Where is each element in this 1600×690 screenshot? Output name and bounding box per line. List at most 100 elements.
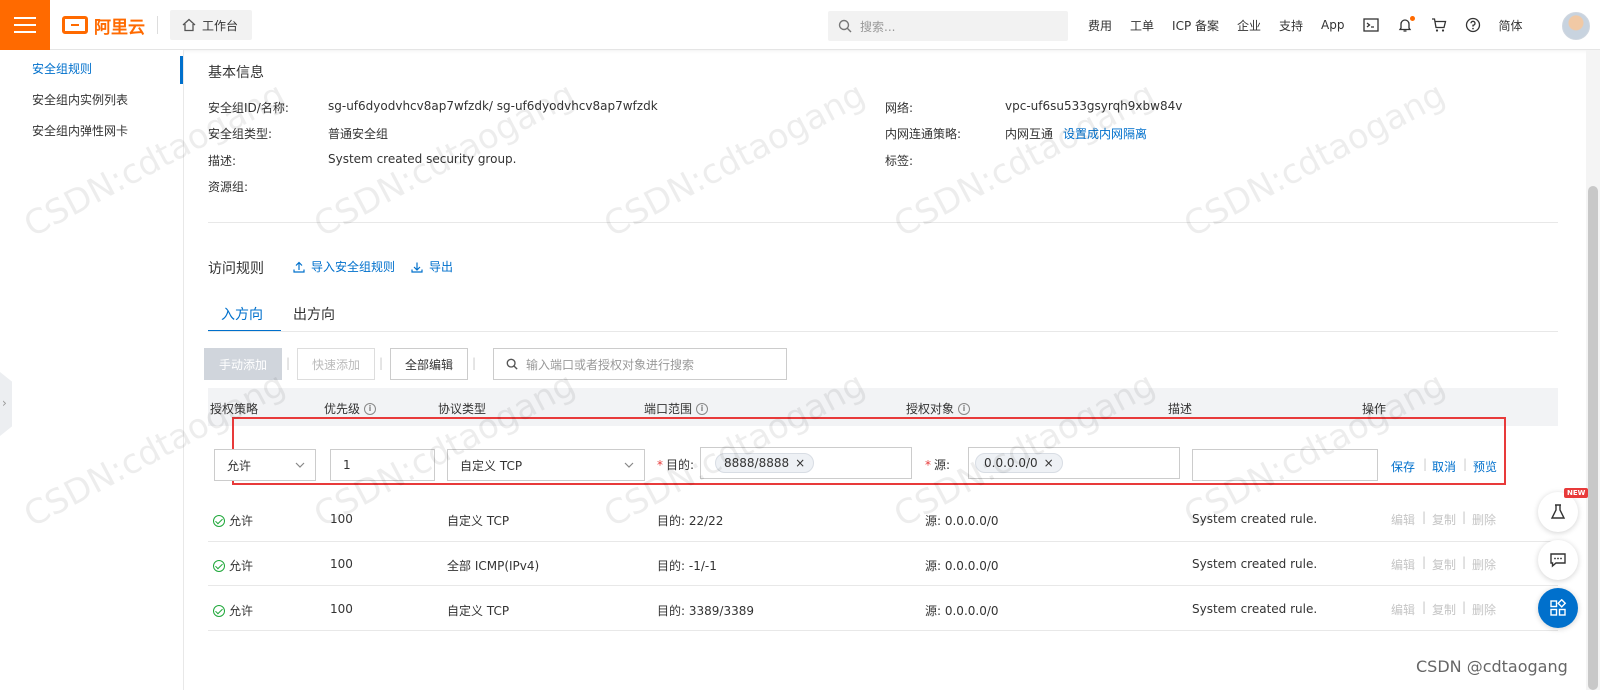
sidebar-item-sg-rules[interactable]: 安全组规则 — [32, 60, 92, 77]
import-rules-link[interactable]: 导入安全组规则 — [293, 258, 395, 275]
column-header-description: 描述 — [1168, 402, 1193, 416]
protocol-select[interactable]: 自定义 TCP — [447, 449, 645, 481]
divider: | — [1462, 600, 1467, 614]
manual-add-button[interactable]: 手动添加 — [204, 348, 282, 380]
divider — [208, 222, 1558, 223]
close-icon[interactable]: × — [1044, 456, 1054, 470]
tab-inbound[interactable]: 入方向 — [221, 304, 263, 324]
menu-icon[interactable] — [0, 0, 50, 50]
language-switch[interactable]: 简体 — [1499, 17, 1523, 34]
divider: | — [1462, 510, 1467, 524]
apps-button[interactable] — [1538, 588, 1578, 628]
priority-input[interactable]: 1 — [330, 449, 435, 481]
sg-id-label: 安全组ID/名称: — [208, 101, 289, 115]
info-icon[interactable]: i — [364, 402, 377, 415]
global-search-input[interactable]: 搜索... — [828, 11, 1068, 41]
nav-link-support[interactable]: 支持 — [1279, 17, 1303, 34]
copy-button[interactable]: 复制 — [1432, 556, 1456, 573]
port-cell: 目的: -1/-1 — [657, 559, 717, 573]
source-cell: 源: 0.0.0.0/0 — [925, 604, 999, 618]
required-mark: * — [925, 458, 931, 472]
rule-search-placeholder: 输入端口或者授权对象进行搜索 — [526, 357, 695, 372]
delete-button[interactable]: 删除 — [1472, 601, 1496, 618]
policy-value: 内网互通 — [1005, 127, 1054, 141]
priority-input-value: 1 — [343, 458, 351, 472]
copy-button[interactable]: 复制 — [1432, 601, 1456, 618]
edit-button[interactable]: 编辑 — [1391, 601, 1415, 618]
sidebar-active-indicator — [180, 56, 183, 84]
logo-text: 阿里云 — [94, 17, 145, 38]
info-icon[interactable]: i — [958, 402, 971, 415]
divider: | — [1422, 600, 1427, 614]
sidebar-item-enis[interactable]: 安全组内弹性网卡 — [32, 122, 128, 139]
quick-add-button[interactable]: 快速添加 — [297, 348, 375, 380]
edit-button[interactable]: 编辑 — [1391, 556, 1415, 573]
nav-link-enterprise[interactable]: 企业 — [1237, 17, 1261, 34]
aliyun-logo[interactable]: 阿里云 — [62, 13, 145, 38]
divider: | — [1423, 457, 1428, 471]
cart-icon[interactable] — [1431, 17, 1447, 33]
divider: | — [1462, 555, 1467, 569]
source-cell: 源: 0.0.0.0/0 — [925, 559, 999, 573]
policy-select[interactable]: 允许 — [214, 449, 316, 481]
save-button[interactable]: 保存 — [1391, 458, 1415, 475]
terminal-icon[interactable] — [1362, 17, 1379, 33]
top-links: 费用 工单 ICP 备案 企业 支持 App 简体 — [1088, 0, 1523, 50]
close-icon[interactable]: × — [795, 456, 805, 470]
help-icon[interactable] — [1465, 17, 1481, 33]
edit-button[interactable]: 编辑 — [1391, 511, 1415, 528]
column-header-port: 端口范围 i — [644, 400, 709, 417]
protocol-cell: 自定义 TCP — [447, 514, 510, 528]
notification-bell-icon[interactable] — [1397, 16, 1415, 33]
description-cell: System created rule. — [1192, 557, 1318, 571]
rule-search-input[interactable]: 输入端口或者授权对象进行搜索 — [493, 348, 787, 380]
priority-cell: 100 — [330, 602, 353, 616]
scrollbar-thumb[interactable] — [1588, 186, 1598, 690]
protocol-cell: 全部 ICMP(IPv4) — [447, 559, 540, 573]
info-icon[interactable]: i — [696, 402, 709, 415]
row-divider — [208, 585, 1558, 586]
home-icon — [182, 18, 196, 32]
source-tag: 0.0.0.0/0 × — [975, 453, 1063, 473]
edit-all-button[interactable]: 全部编辑 — [390, 348, 468, 380]
export-link[interactable]: 导出 — [411, 258, 453, 275]
divider — [157, 16, 158, 34]
nav-link-fees[interactable]: 费用 — [1088, 17, 1112, 34]
feedback-button[interactable] — [1538, 540, 1578, 580]
column-header-source: 授权对象 i — [906, 400, 971, 417]
column-header-policy: 授权策略 — [210, 402, 259, 416]
source-label: * 源: — [925, 456, 950, 473]
description-cell: System created rule. — [1192, 512, 1318, 526]
row-divider — [208, 630, 1558, 631]
source-input[interactable]: 0.0.0.0/0 × — [968, 447, 1180, 479]
source-cell: 源: 0.0.0.0/0 — [925, 514, 999, 528]
dest-label: * 目的: — [657, 456, 694, 473]
nav-link-icp[interactable]: ICP 备案 — [1172, 17, 1219, 34]
port-tag: 8888/8888 × — [715, 453, 815, 473]
tab-outbound[interactable]: 出方向 — [293, 304, 335, 324]
lab-flask-button[interactable] — [1538, 492, 1578, 532]
sg-type-label: 安全组类型: — [208, 127, 273, 141]
cancel-button[interactable]: 取消 — [1432, 458, 1456, 475]
copy-button[interactable]: 复制 — [1432, 511, 1456, 528]
sidebar-collapse-handle[interactable]: › — [0, 372, 12, 436]
row-divider — [208, 541, 1558, 542]
column-header-label: 端口范围 — [644, 402, 693, 416]
column-header-label: 授权对象 — [906, 402, 955, 416]
chat-icon — [1550, 553, 1566, 568]
delete-button[interactable]: 删除 — [1472, 556, 1496, 573]
dest-port-input[interactable]: 8888/8888 × — [700, 447, 912, 479]
delete-button[interactable]: 删除 — [1472, 511, 1496, 528]
workbench-button[interactable]: 工作台 — [170, 10, 252, 40]
preview-button[interactable]: 预览 — [1473, 458, 1497, 475]
check-circle-icon — [213, 514, 225, 527]
desc-label: 描述: — [208, 154, 237, 168]
description-input[interactable] — [1192, 449, 1378, 481]
set-isolation-link[interactable]: 设置成内网隔离 — [1063, 125, 1147, 142]
nav-link-app[interactable]: App — [1321, 18, 1344, 32]
upload-icon — [293, 261, 305, 273]
nav-link-tickets[interactable]: 工单 — [1130, 17, 1154, 34]
sidebar-item-instances[interactable]: 安全组内实例列表 — [32, 91, 128, 108]
avatar[interactable] — [1562, 12, 1590, 40]
priority-cell: 100 — [330, 512, 353, 526]
